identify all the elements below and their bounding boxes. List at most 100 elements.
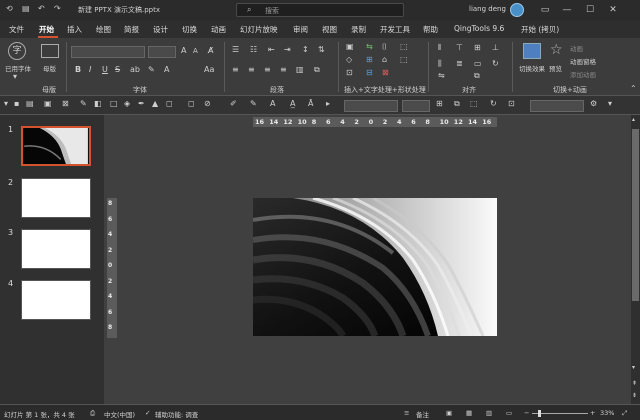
distribute-h-icon[interactable]: ⫼ (438, 60, 442, 68)
insert-text-icon[interactable]: ⊡ (346, 69, 353, 77)
outline-icon[interactable]: □ (110, 99, 118, 108)
grid-quick-icon[interactable]: ⊡ (508, 99, 515, 108)
font-color-quick-icon[interactable]: A (270, 99, 275, 108)
ribbon-display-icon[interactable]: ▭ (538, 3, 552, 17)
thumbnail-1[interactable] (21, 126, 91, 166)
align-center-icon[interactable]: ≡ (248, 66, 255, 74)
horizontal-ruler[interactable]: 16 14 12 10 8 6 4 2 0 2 4 6 8 10 12 14 16 (253, 117, 497, 127)
brush-icon[interactable]: ✎ (80, 99, 87, 108)
fill-icon[interactable]: ◧ (94, 99, 102, 108)
distribute-icon[interactable]: ⊟ (366, 69, 373, 77)
tab-design[interactable]: 设计 (153, 24, 168, 35)
bold-button[interactable]: B (75, 66, 81, 74)
increase-indent-icon[interactable]: ⇥ (284, 46, 291, 54)
same-size-icon[interactable]: ▭ (474, 60, 482, 68)
insert-picture-icon[interactable]: ▣ (346, 43, 354, 51)
user-name[interactable]: liang deng (469, 5, 506, 13)
font-size-field[interactable] (148, 46, 176, 58)
scroll-down-icon[interactable]: ▾ (632, 365, 635, 371)
tab-file[interactable]: 文件 (9, 24, 24, 35)
zoom-out-icon[interactable]: − (524, 409, 529, 417)
more-quick-icon[interactable]: ▾ (608, 99, 612, 108)
select-icon[interactable]: ▪ (14, 99, 19, 108)
insert-shape-icon[interactable]: ◇ (346, 56, 352, 64)
save-icon[interactable]: ▤ (22, 5, 30, 13)
collapse-ribbon-icon[interactable]: ⌃ (630, 85, 637, 93)
align-quick-icon[interactable]: ⊞ (436, 99, 443, 108)
thumbnail-2[interactable] (21, 178, 91, 218)
fit-window-icon[interactable]: ⤢ (622, 409, 627, 418)
flip-icon[interactable]: ⇋ (438, 72, 445, 80)
tab-record[interactable]: 录制 (351, 24, 366, 35)
sorter-view-icon[interactable]: ▦ (466, 409, 472, 417)
highlighter-icon[interactable]: ✎ (250, 99, 257, 108)
align-left-icon[interactable]: ≡ (232, 66, 239, 74)
settings-quick-icon[interactable]: ⚙ (590, 99, 597, 108)
replace-icon[interactable]: ⇆ (366, 43, 373, 51)
zoom-level[interactable]: 33% (600, 409, 614, 417)
scrollbar-thumb[interactable] (632, 129, 639, 301)
undo-icon[interactable]: ↶ (38, 5, 45, 13)
picture-quick-icon[interactable]: ▣ (44, 99, 52, 108)
merge-icon[interactable]: ⊞ (366, 56, 373, 64)
proofing-icon[interactable]: ⎙ (90, 409, 95, 418)
anim-label[interactable]: 动画 (570, 43, 583, 53)
next-slide-icon[interactable]: ⇟ (632, 393, 637, 399)
dropdown-icon[interactable]: ▾ (4, 99, 8, 108)
effects-icon[interactable]: ◈ (124, 99, 130, 108)
accessibility-icon[interactable]: ✓ (145, 409, 150, 417)
group-icon[interactable]: ⬚ (400, 56, 408, 64)
columns-icon[interactable]: ▥ (296, 66, 304, 74)
layout-quick-icon[interactable]: ▤ (26, 99, 34, 108)
search-box[interactable]: ⌕ 搜索 (236, 3, 404, 17)
font-color-button[interactable]: A (164, 66, 169, 74)
italic-button[interactable]: I (89, 66, 91, 74)
slide-canvas[interactable] (253, 198, 497, 336)
align-right-icon[interactable]: ≡ (264, 66, 271, 74)
font-shrink-icon[interactable]: A (193, 48, 198, 55)
zoom-in-icon[interactable]: + (590, 409, 595, 417)
normal-view-icon[interactable]: ▣ (446, 409, 452, 417)
vertical-scrollbar[interactable]: ▴ ▾ ⇞ ⇟ (631, 115, 640, 404)
anim-pane-button[interactable]: 动画窗格 (570, 56, 596, 66)
highlight-icon[interactable]: ✎ (148, 66, 155, 74)
avatar[interactable] (510, 3, 524, 17)
delete-icon[interactable]: ⊠ (62, 99, 69, 108)
smartart-icon[interactable]: ⧉ (314, 66, 320, 74)
notes-icon[interactable]: ≡ (404, 409, 409, 417)
arrange-icon[interactable]: ⬚ (400, 43, 408, 51)
text-color-icon[interactable]: ▲ (152, 99, 158, 108)
font-name-field[interactable] (71, 46, 145, 58)
order-quick-icon[interactable]: ⧉ (454, 99, 460, 109)
tab-developer[interactable]: 开发工具 (380, 24, 410, 35)
underline-quick-icon[interactable]: A̲ (290, 99, 295, 108)
numbering-icon[interactable]: ☷ (250, 46, 257, 54)
minimize-icon[interactable]: — (560, 3, 574, 17)
prev-slide-icon[interactable]: ⇞ (632, 381, 637, 387)
used-font-button[interactable]: 已用字体 (5, 63, 31, 73)
spacing-button[interactable]: ab (130, 66, 140, 74)
shape-tool-icon[interactable]: ⊠ (382, 69, 389, 77)
zoom-slider-thumb[interactable] (538, 410, 541, 417)
tab-view[interactable]: 视图 (322, 24, 337, 35)
vertical-ruler[interactable]: 8 6 4 2 0 2 4 6 8 (107, 198, 117, 338)
tab-transitions[interactable]: 切换 (182, 24, 197, 35)
accessibility[interactable]: 辅助功能: 调查 (155, 409, 198, 419)
align-objects-icon[interactable]: ⫴ (438, 44, 441, 52)
language[interactable]: 中文(中国) (104, 409, 135, 419)
arrow-quick-icon[interactable]: ▸ (326, 99, 330, 108)
tab-slideshow[interactable]: 幻灯片放映 (240, 24, 278, 35)
reading-view-icon[interactable]: ▥ (486, 409, 492, 417)
case-icon[interactable]: Aa (204, 66, 214, 74)
tab-help[interactable]: 帮助 (423, 24, 438, 35)
shape-fill-icon[interactable]: ◻ (188, 99, 195, 108)
text-direction-icon[interactable]: ⇅ (318, 46, 325, 54)
text-tool-icon[interactable]: ⌷ (382, 43, 387, 51)
bullets-icon[interactable]: ☰ (232, 46, 239, 54)
tab-review[interactable]: 审阅 (293, 24, 308, 35)
preview-button[interactable]: 预览 (549, 63, 562, 73)
pen-icon[interactable]: ✒ (138, 99, 145, 108)
thumbnail-3[interactable] (21, 229, 91, 269)
quick-field-3[interactable] (530, 100, 584, 112)
tab-home-copy[interactable]: 开始 (拷贝) (521, 24, 559, 35)
